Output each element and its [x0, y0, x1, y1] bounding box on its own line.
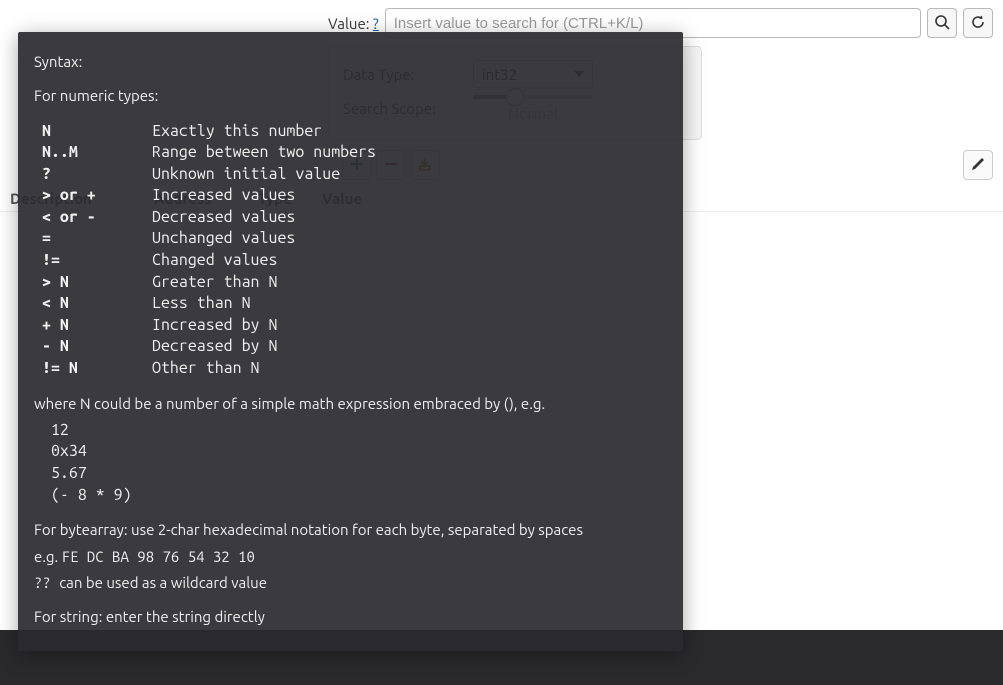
value-label: Value: — [328, 15, 369, 32]
syntax-row: =Unchanged values — [42, 228, 667, 250]
syntax-row: != NOther than N — [42, 358, 667, 380]
bytearray-example: FE DC BA 98 76 54 32 10 — [62, 548, 255, 565]
syntax-desc: Exactly this number — [152, 121, 667, 143]
value-label-group: Value: ? — [328, 15, 379, 32]
syntax-key: != — [42, 250, 152, 272]
edit-button[interactable] — [963, 150, 993, 180]
syntax-row: - NDecreased by N — [42, 336, 667, 358]
syntax-key: = — [42, 228, 152, 250]
syntax-row: N..MRange between two numbers — [42, 142, 667, 164]
syntax-key: ? — [42, 164, 152, 186]
wildcard-text: can be used as a wildcard value — [59, 574, 267, 591]
syntax-row: > or +Increased values — [42, 185, 667, 207]
pencil-icon — [971, 157, 985, 174]
syntax-desc: Decreased values — [152, 207, 667, 229]
syntax-desc: Range between two numbers — [152, 142, 667, 164]
syntax-key: + N — [42, 315, 152, 337]
syntax-row: !=Changed values — [42, 250, 667, 272]
syntax-desc: Decreased by N — [152, 336, 667, 358]
syntax-key: - N — [42, 336, 152, 358]
syntax-key: > N — [42, 272, 152, 294]
syntax-row: + NIncreased by N — [42, 315, 667, 337]
syntax-row: ?Unknown initial value — [42, 164, 667, 186]
syntax-desc: Greater than N — [152, 272, 667, 294]
syntax-desc: Other than N — [152, 358, 667, 380]
syntax-key: > or + — [42, 185, 152, 207]
bytearray-prefix: e.g. — [34, 548, 62, 565]
syntax-desc: Changed values — [152, 250, 667, 272]
refresh-icon — [970, 14, 986, 33]
syntax-key: N..M — [42, 142, 152, 164]
string-line: For string: enter the string directly — [34, 607, 667, 627]
value-help-link[interactable]: ? — [373, 15, 379, 32]
syntax-key: != N — [42, 358, 152, 380]
search-icon — [934, 14, 950, 33]
bytearray-example-line: e.g. FE DC BA 98 76 54 32 10 — [34, 547, 667, 567]
syntax-key: < or - — [42, 207, 152, 229]
wildcard-token: ?? — [34, 574, 59, 591]
tooltip-numeric-heading: For numeric types: — [34, 86, 667, 106]
bytearray-wildcard-line: ?? can be used as a wildcard value — [34, 573, 667, 593]
syntax-rows: NExactly this numberN..MRange between tw… — [42, 121, 667, 380]
syntax-desc: Increased by N — [152, 315, 667, 337]
syntax-key: N — [42, 121, 152, 143]
syntax-row: < or -Decreased values — [42, 207, 667, 229]
refresh-button[interactable] — [963, 8, 993, 38]
search-button[interactable] — [927, 8, 957, 38]
syntax-desc: Unknown initial value — [152, 164, 667, 186]
syntax-desc: Less than N — [152, 293, 667, 315]
math-examples: 12 0x34 5.67 (- 8 * 9) — [42, 420, 667, 506]
bytearray-line: For bytearray: use 2-char hexadecimal no… — [34, 520, 667, 540]
syntax-row: > NGreater than N — [42, 272, 667, 294]
syntax-desc: Unchanged values — [152, 228, 667, 250]
math-note: where N could be a number of a simple ma… — [34, 394, 667, 414]
syntax-row: NExactly this number — [42, 121, 667, 143]
syntax-tooltip: Syntax: For numeric types: NExactly this… — [18, 32, 683, 651]
syntax-row: < NLess than N — [42, 293, 667, 315]
syntax-desc: Increased values — [152, 185, 667, 207]
syntax-key: < N — [42, 293, 152, 315]
tooltip-title: Syntax: — [34, 52, 667, 72]
